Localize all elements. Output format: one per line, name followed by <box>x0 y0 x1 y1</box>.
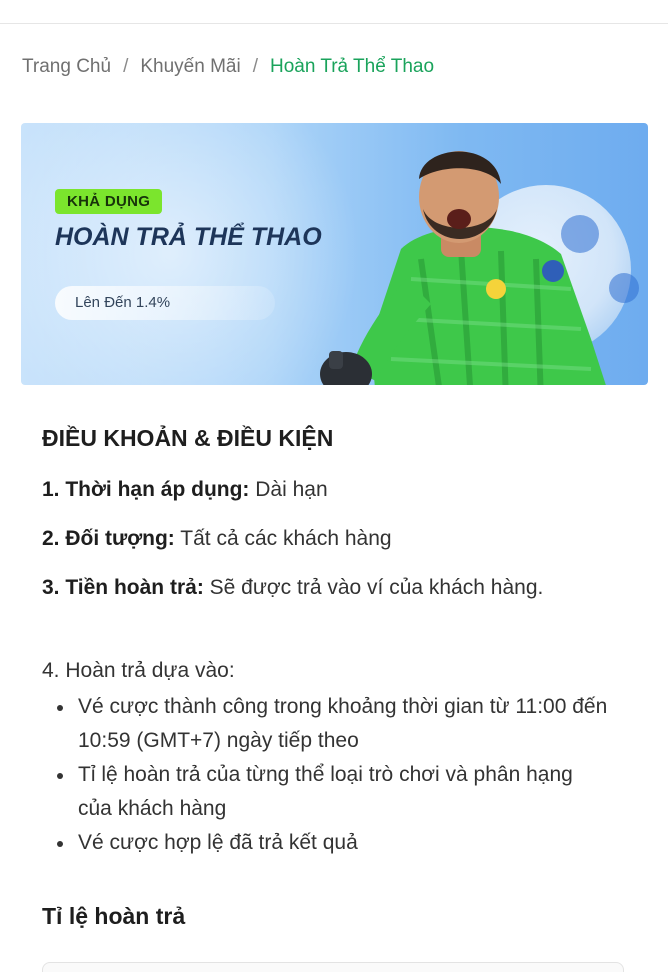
term-basis: 4. Hoàn trả dựa vào: <box>42 654 602 688</box>
list-item: Vé cược hợp lệ đã trả kết quả <box>50 826 610 860</box>
term-label: 3. Tiền hoàn trả: <box>42 576 204 599</box>
breadcrumb-promotions-link[interactable]: Khuyến Mãi <box>140 56 240 78</box>
rebate-rate-title: Tỉ lệ hoàn trả <box>42 903 186 929</box>
breadcrumb-separator: / <box>252 56 258 77</box>
banner-rate-pill: Lên Đến 1.4% <box>55 286 275 320</box>
goalkeeper-image <box>320 151 606 385</box>
list-item: Tỉ lệ hoàn trả của từng thể loại trò chơ… <box>50 758 610 826</box>
term-value: Tất cả các khách hàng <box>180 527 392 550</box>
promo-banner: KHẢ DỤNG HOÀN TRẢ THỂ THAO Lên Đến 1.4% <box>21 123 648 385</box>
term-refund: 3. Tiền hoàn trả: Sẽ được trả vào ví của… <box>42 571 602 605</box>
breadcrumb-home-link[interactable]: Trang Chủ <box>22 56 111 78</box>
banner-rate-text: Lên Đến 1.4% <box>75 294 171 311</box>
term-audience: 2. Đối tượng: Tất cả các khách hàng <box>42 522 602 556</box>
banner-title: HOÀN TRẢ THỂ THAO <box>55 223 322 251</box>
term-value: Dài hạn <box>255 478 328 501</box>
term-basis-list: Vé cược thành công trong khoảng thời gia… <box>50 690 610 860</box>
rebate-rate-table <box>42 962 624 972</box>
breadcrumb-current: Hoàn Trả Thể Thao <box>269 56 435 77</box>
term-label: 4. Hoàn trả dựa vào: <box>42 659 235 682</box>
terms-title: ĐIỀU KHOẢN & ĐIỀU KIỆN <box>42 425 334 451</box>
top-header-divider <box>0 0 668 24</box>
term-value: Sẽ được trả vào ví của khách hàng. <box>209 576 544 599</box>
breadcrumb: Trang Chủ / Khuyến Mãi / Hoàn Trả Thể Th… <box>22 56 434 78</box>
term-label: 1. Thời hạn áp dụng: <box>42 478 250 501</box>
list-item: Vé cược thành công trong khoảng thời gia… <box>50 690 610 758</box>
term-label: 2. Đối tượng: <box>42 527 175 550</box>
status-badge: KHẢ DỤNG <box>55 189 163 214</box>
term-duration: 1. Thời hạn áp dụng: Dài hạn <box>42 473 602 507</box>
breadcrumb-separator: / <box>123 56 129 77</box>
